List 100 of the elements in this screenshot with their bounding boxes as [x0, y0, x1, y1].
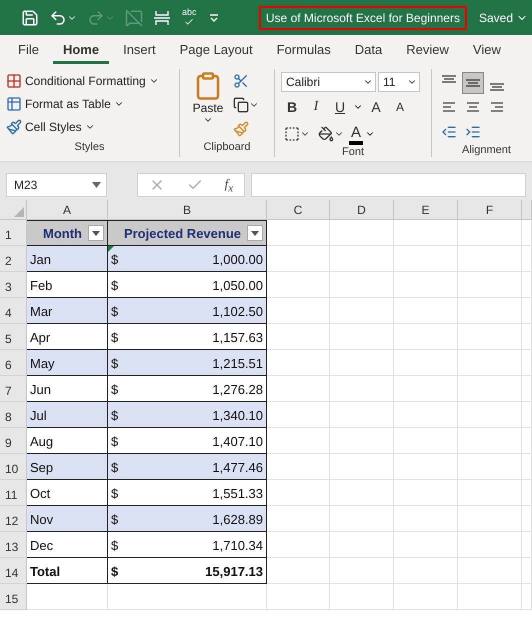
empty-cell[interactable]: [458, 246, 522, 272]
row-header[interactable]: 12: [0, 506, 27, 532]
grow-font-button[interactable]: A: [365, 95, 387, 119]
row-header[interactable]: 11: [0, 480, 27, 506]
italic-button[interactable]: I: [305, 95, 327, 119]
empty-cell[interactable]: [394, 532, 458, 558]
empty-cell[interactable]: [458, 428, 522, 454]
empty-cell[interactable]: [330, 584, 394, 610]
row-header[interactable]: 2: [0, 246, 27, 272]
empty-cell[interactable]: [330, 298, 394, 324]
empty-cell[interactable]: [458, 324, 522, 350]
row-header[interactable]: 8: [0, 402, 27, 428]
font-color-button[interactable]: A: [349, 123, 364, 145]
ribbon-tab[interactable]: Page Layout: [170, 36, 263, 64]
empty-cell[interactable]: [522, 584, 532, 610]
column-header[interactable]: A: [27, 200, 108, 220]
style-command[interactable]: Format as Table: [6, 92, 159, 115]
row-header[interactable]: 9: [0, 428, 27, 454]
column-header[interactable]: F: [458, 200, 522, 220]
row-header[interactable]: 10: [0, 454, 27, 480]
formula-input[interactable]: [251, 173, 526, 197]
empty-cell[interactable]: [458, 584, 522, 610]
empty-cell[interactable]: [522, 480, 532, 506]
empty-cell[interactable]: [458, 454, 522, 480]
empty-cell[interactable]: [394, 428, 458, 454]
ribbon-tab[interactable]: Review: [396, 36, 459, 64]
empty-cell[interactable]: [330, 402, 394, 428]
empty-cell[interactable]: [458, 376, 522, 402]
column-header[interactable]: E: [394, 200, 458, 220]
ribbon-tab[interactable]: View: [462, 36, 511, 64]
filter-button[interactable]: [88, 225, 104, 241]
empty-cell[interactable]: [458, 298, 522, 324]
empty-cell[interactable]: [394, 298, 458, 324]
underline-button[interactable]: U: [329, 95, 351, 119]
style-command[interactable]: Conditional Formatting: [6, 69, 159, 92]
empty-cell[interactable]: [522, 402, 532, 428]
empty-cell[interactable]: [394, 220, 458, 246]
empty-cell[interactable]: [458, 402, 522, 428]
empty-cell[interactable]: [458, 532, 522, 558]
ribbon-tab[interactable]: Formulas: [266, 36, 341, 64]
empty-cell[interactable]: [394, 584, 458, 610]
insert-function-button[interactable]: f$_{x}$: [224, 176, 234, 194]
ribbon-tab[interactable]: Data: [344, 36, 392, 64]
empty-cell[interactable]: [522, 246, 532, 272]
shrink-font-button[interactable]: A: [389, 95, 411, 119]
empty-cell[interactable]: [394, 506, 458, 532]
empty-cell[interactable]: [458, 480, 522, 506]
row-header[interactable]: 4: [0, 298, 27, 324]
empty-cell[interactable]: [458, 506, 522, 532]
empty-cell[interactable]: [394, 402, 458, 428]
row-header[interactable]: 13: [0, 532, 27, 558]
empty-cell[interactable]: [330, 558, 394, 584]
empty-cell[interactable]: [330, 350, 394, 376]
empty-cell[interactable]: [394, 558, 458, 584]
empty-cell[interactable]: [522, 454, 532, 480]
column-header[interactable]: [522, 200, 532, 220]
empty-cell[interactable]: [522, 350, 532, 376]
row-header[interactable]: 5: [0, 324, 27, 350]
column-header[interactable]: B: [108, 200, 267, 220]
empty-cell[interactable]: [458, 272, 522, 298]
empty-cell[interactable]: [394, 376, 458, 402]
empty-cell[interactable]: [108, 584, 267, 610]
empty-cell[interactable]: [522, 532, 532, 558]
empty-cell[interactable]: [522, 428, 532, 454]
empty-cell[interactable]: [458, 558, 522, 584]
empty-cell[interactable]: [330, 220, 394, 246]
bold-button[interactable]: B: [281, 95, 303, 119]
empty-cell[interactable]: [522, 272, 532, 298]
row-header[interactable]: 3: [0, 272, 27, 298]
row-header[interactable]: 15: [0, 584, 27, 610]
row-header[interactable]: 6: [0, 350, 27, 376]
font-name-field[interactable]: Calibri: [281, 72, 376, 92]
empty-cell[interactable]: [522, 506, 532, 532]
empty-cell[interactable]: [522, 376, 532, 402]
style-command[interactable]: Cell Styles: [6, 115, 159, 138]
save-status-button[interactable]: Saved: [470, 10, 532, 24]
empty-cell[interactable]: [458, 350, 522, 376]
empty-cell[interactable]: [330, 506, 394, 532]
font-size-field[interactable]: 11: [378, 72, 420, 92]
empty-cell[interactable]: [330, 376, 394, 402]
empty-cell[interactable]: [330, 246, 394, 272]
empty-cell[interactable]: [522, 298, 532, 324]
empty-cell[interactable]: [394, 454, 458, 480]
spelling-button[interactable]: abc: [178, 6, 201, 30]
empty-cell[interactable]: [330, 324, 394, 350]
empty-cell[interactable]: [330, 454, 394, 480]
empty-cell[interactable]: [394, 324, 458, 350]
empty-cell[interactable]: [330, 480, 394, 506]
empty-cell[interactable]: [330, 272, 394, 298]
name-box[interactable]: M23: [6, 173, 107, 197]
empty-cell[interactable]: [267, 584, 330, 610]
empty-cell[interactable]: [522, 558, 532, 584]
empty-cell[interactable]: [394, 350, 458, 376]
column-header[interactable]: C: [267, 200, 330, 220]
empty-cell[interactable]: [394, 480, 458, 506]
paste-button[interactable]: Paste: [186, 69, 230, 141]
empty-cell[interactable]: [330, 532, 394, 558]
empty-cell[interactable]: [458, 220, 522, 246]
row-header[interactable]: 7: [0, 376, 27, 402]
empty-cell[interactable]: [522, 324, 532, 350]
